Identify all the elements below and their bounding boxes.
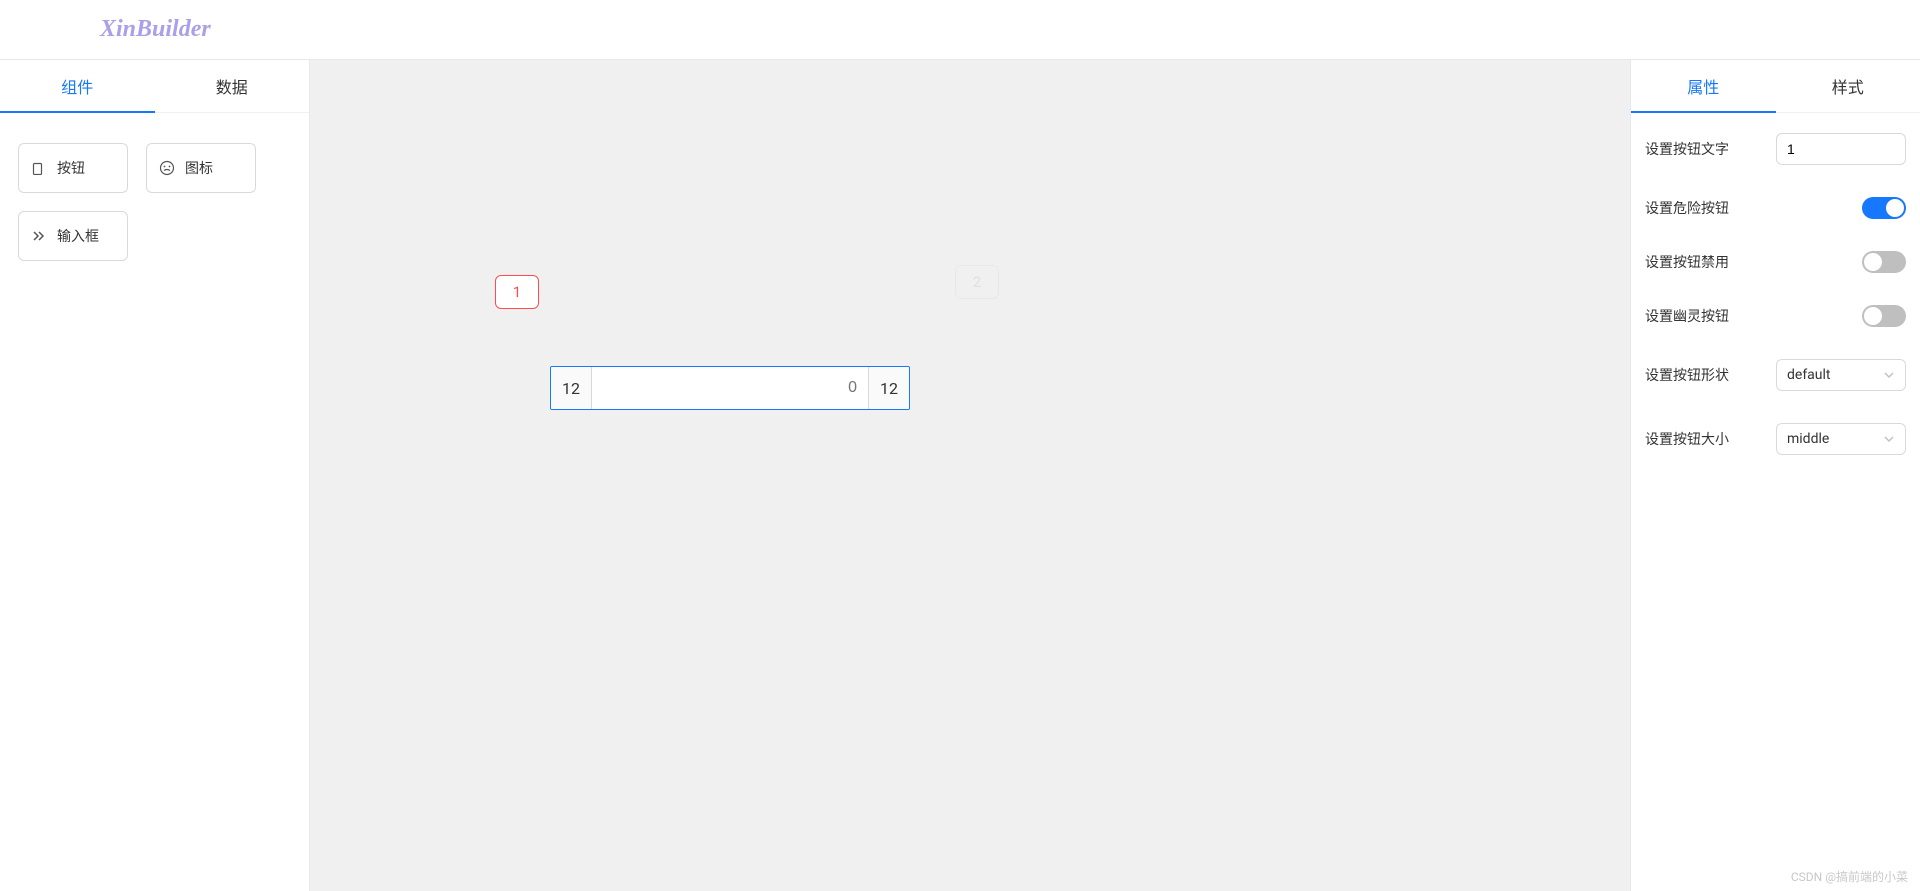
prop-label: 设置按钮禁用 [1645,252,1729,272]
tab-styles-label: 样式 [1832,78,1864,97]
app-header: XinBuilder [0,0,1920,60]
face-icon [159,160,175,176]
prop-label: 设置按钮形状 [1645,365,1729,385]
tab-data-label: 数据 [216,78,248,97]
size-select-value: middle [1787,431,1829,447]
switch-handle [1864,307,1882,325]
component-label: 输入框 [57,226,99,246]
canvas-input-group[interactable]: 12 12 [550,366,910,410]
prop-row-size: 设置按钮大小 middle [1645,423,1906,455]
rect-icon [31,160,47,176]
prop-row-disabled: 设置按钮禁用 [1645,251,1906,273]
ghost-switch[interactable] [1862,305,1906,327]
chevron-down-icon [1883,369,1895,381]
size-select[interactable]: middle [1776,423,1906,455]
shape-select-value: default [1787,367,1831,383]
component-list: 按钮 图标 输入框 [0,113,309,291]
input-addon-after: 12 [868,367,909,409]
tab-styles[interactable]: 样式 [1776,60,1920,112]
switch-handle [1864,253,1882,271]
prop-row-ghost: 设置幽灵按钮 [1645,305,1906,327]
right-panel: 属性 样式 设置按钮文字 设置危险按钮 设置按钮禁用 [1630,60,1920,891]
switch-handle [1886,199,1904,217]
prop-label: 设置幽灵按钮 [1645,306,1729,326]
shape-select[interactable]: default [1776,359,1906,391]
prop-row-shape: 设置按钮形状 default [1645,359,1906,391]
prop-row-danger: 设置危险按钮 [1645,197,1906,219]
tab-attributes[interactable]: 属性 [1631,60,1776,112]
left-panel: 组件 数据 按钮 图标 输入框 [0,60,310,891]
prop-label: 设置危险按钮 [1645,198,1729,218]
tab-components-label: 组件 [61,78,93,97]
component-card-icon[interactable]: 图标 [146,143,256,193]
right-tabs: 属性 样式 [1631,60,1920,113]
canvas-button-1-label: 1 [513,283,521,301]
main-layout: 组件 数据 按钮 图标 输入框 [0,60,1920,891]
tab-components[interactable]: 组件 [0,60,155,112]
danger-switch[interactable] [1862,197,1906,219]
component-label: 图标 [185,158,213,178]
prop-row-button-text: 设置按钮文字 [1645,133,1906,165]
canvas-input[interactable] [592,367,868,409]
canvas-button-2-label: 2 [973,273,981,291]
tab-attributes-label: 属性 [1687,78,1719,97]
canvas-button-2[interactable]: 2 [955,265,999,299]
disabled-switch[interactable] [1862,251,1906,273]
tab-data[interactable]: 数据 [155,60,310,112]
app-logo: XinBuilder [100,16,211,43]
left-tabs: 组件 数据 [0,60,309,113]
canvas[interactable]: 1 2 12 12 [310,60,1630,891]
component-label: 按钮 [57,158,85,178]
canvas-button-1[interactable]: 1 [495,275,539,309]
prop-label: 设置按钮文字 [1645,139,1729,159]
chevrons-icon [31,228,47,244]
prop-label: 设置按钮大小 [1645,429,1729,449]
component-card-input[interactable]: 输入框 [18,211,128,261]
input-addon-before: 12 [551,367,592,409]
button-text-input[interactable] [1776,133,1906,165]
component-card-button[interactable]: 按钮 [18,143,128,193]
property-list: 设置按钮文字 设置危险按钮 设置按钮禁用 设置幽灵按钮 [1631,113,1920,507]
chevron-down-icon [1883,433,1895,445]
